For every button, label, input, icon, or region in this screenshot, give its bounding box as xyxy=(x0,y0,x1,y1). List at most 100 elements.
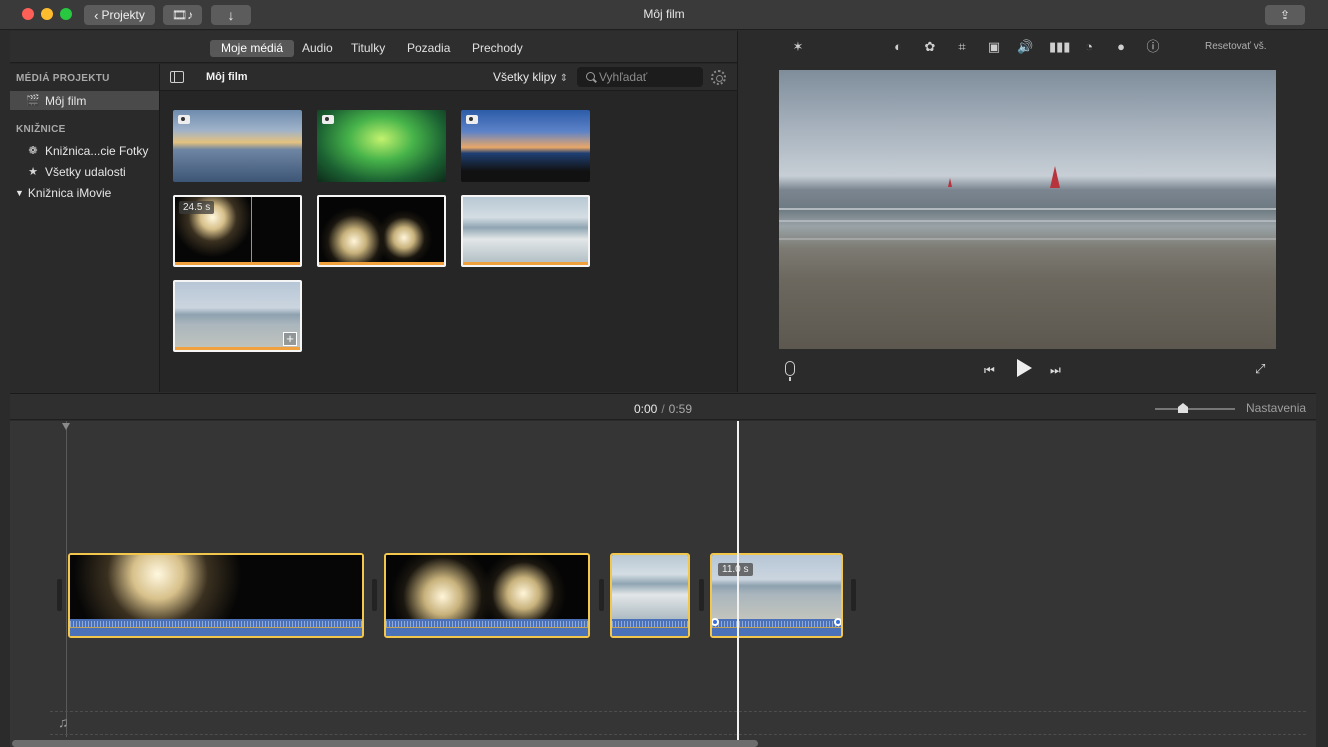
play-icon[interactable] xyxy=(1017,359,1032,377)
clip-filter-value: Všetky klipy xyxy=(493,70,557,84)
magic-wand-icon[interactable]: ✶ xyxy=(790,39,806,55)
wave-foam xyxy=(779,220,1276,222)
volume-icon[interactable]: 🔊 xyxy=(1017,39,1033,55)
wave-foam xyxy=(779,208,1276,210)
tab-titles[interactable]: Titulky xyxy=(340,40,396,57)
timecode: 0:00/0:59 xyxy=(10,402,1316,416)
media-thumbnail-beach[interactable]: + xyxy=(173,280,302,352)
timeline-scrollbar[interactable] xyxy=(12,740,758,747)
camera-icon xyxy=(322,115,334,124)
timeline-clip-beach[interactable]: 11.0 s xyxy=(710,553,843,638)
windsurfer-sail xyxy=(1050,166,1060,188)
browser-toolbar: Môj film Všetky klipy ⇕ Vyhľadať xyxy=(160,64,737,91)
media-browser-pane: Moje médiá Audio Titulky Pozadia Prechod… xyxy=(10,31,737,392)
disclosure-triangle-icon[interactable]: ▼ xyxy=(15,188,24,198)
add-to-timeline-icon[interactable]: + xyxy=(283,332,297,346)
sidebar-toggle-icon[interactable] xyxy=(170,71,184,83)
sidebar-item-imovie-library[interactable]: ▼ Knižnica iMovie xyxy=(10,183,159,202)
media-thumbnail-sunset[interactable] xyxy=(173,110,302,182)
equalizer-icon[interactable]: ▮▮▮ xyxy=(1049,39,1070,55)
clip-audio-waveform xyxy=(70,619,362,636)
project-media-header: MÉDIÁ PROJEKTU xyxy=(16,73,110,84)
used-range-bar xyxy=(175,347,300,350)
clip-filter-select[interactable]: Všetky klipy ⇕ xyxy=(493,70,568,84)
color-palette-icon[interactable]: ✿ xyxy=(922,39,938,55)
star-icon: ★ xyxy=(28,166,38,178)
media-thumbnail-concert[interactable] xyxy=(317,110,446,182)
music-well[interactable] xyxy=(50,711,1306,735)
share-icon: ⇪ xyxy=(1279,8,1291,22)
skim-playhead xyxy=(251,197,252,265)
audio-fade-handle[interactable] xyxy=(712,618,719,626)
search-input[interactable]: Vyhľadať xyxy=(577,67,703,87)
total-time: 0:59 xyxy=(668,402,693,416)
sidebar-item-project[interactable]: 🎬 Môj film xyxy=(10,91,159,110)
media-thumbnail-dusk[interactable] xyxy=(461,110,590,182)
sidebar-item-label: Všetky udalosti xyxy=(45,164,126,179)
gear-icon[interactable] xyxy=(711,70,726,85)
timeline-start-marker xyxy=(62,423,70,430)
video-preview xyxy=(779,70,1276,349)
time-separator: / xyxy=(661,402,665,416)
media-thumbnail-fireworks[interactable]: 24.5 s xyxy=(173,195,302,267)
tab-my-media[interactable]: Moje médiá xyxy=(210,40,295,57)
transition-handle[interactable] xyxy=(699,579,704,611)
timeline-clip-waves[interactable] xyxy=(610,553,690,638)
stabilization-icon[interactable]: ▣ xyxy=(986,39,1002,55)
duration-badge: 24.5 s xyxy=(179,201,215,214)
clip-duration-badge: 11.0 s xyxy=(718,563,753,576)
info-icon[interactable]: ⓘ xyxy=(1145,39,1161,55)
sidebar-item-photos-library[interactable]: ❁ Knižnica...cie Fotky xyxy=(10,141,159,160)
clip-audio-waveform xyxy=(612,619,688,636)
sidebar-item-all-events[interactable]: ★ Všetky udalosti xyxy=(10,162,159,181)
media-thumbnail-waves[interactable] xyxy=(461,195,590,267)
timeline-clip-fireworks[interactable] xyxy=(68,553,364,638)
playhead[interactable] xyxy=(737,421,739,741)
timeline-zoom-slider[interactable] xyxy=(1155,408,1235,410)
speed-icon[interactable]: ◔ xyxy=(1081,39,1097,55)
timeline-settings-button[interactable]: Nastavenia xyxy=(1246,401,1306,415)
updown-chevron-icon: ⇕ xyxy=(559,73,569,84)
used-range-bar xyxy=(319,262,444,265)
current-time: 0:00 xyxy=(633,402,658,416)
browser-title: Môj film xyxy=(206,71,248,83)
audio-fade-handle[interactable] xyxy=(834,618,841,626)
skip-forward-icon[interactable]: ⏭ xyxy=(1050,363,1061,378)
photos-icon: ❁ xyxy=(28,145,38,157)
clip-video-track xyxy=(70,555,362,619)
sidebar-item-label: Môj film xyxy=(45,93,87,108)
used-range-bar xyxy=(463,262,588,265)
overlay-icon[interactable]: ● xyxy=(1113,39,1129,55)
tab-audio[interactable]: Audio xyxy=(291,40,344,57)
crop-icon[interactable]: ⌗ xyxy=(954,39,970,55)
used-range-bar xyxy=(175,262,300,265)
clip-audio-waveform xyxy=(712,619,841,636)
tab-backgrounds[interactable]: Pozadia xyxy=(396,40,461,57)
transition-handle[interactable] xyxy=(57,579,62,611)
libraries-sidebar: MÉDIÁ PROJEKTU 🎬 Môj film KNIŽNICE ❁ Kni… xyxy=(10,64,160,392)
wave-foam xyxy=(779,238,1276,240)
transition-handle[interactable] xyxy=(599,579,604,611)
title-bar: ‹ Projekty 🎞♪ ↓ Môj film ⇪ xyxy=(0,0,1328,30)
timeline-start-line xyxy=(66,421,67,737)
skip-back-icon[interactable]: ⏮ xyxy=(984,363,995,378)
media-thumbnail-fireworks-pair[interactable] xyxy=(317,195,446,267)
sidebar-item-label: Knižnica iMovie xyxy=(27,185,112,200)
timeline-clip-fireworks-pair[interactable] xyxy=(384,553,590,638)
timeline-header: 0:00/0:59 Nastavenia xyxy=(10,393,1316,420)
reset-all-button[interactable]: Resetovať vš. xyxy=(1205,41,1267,52)
tab-transitions[interactable]: Prechody xyxy=(461,40,534,57)
libraries-header: KNIŽNICE xyxy=(16,124,66,135)
timeline[interactable]: 11.0 s ♫ xyxy=(10,421,1316,747)
clip-video-track xyxy=(612,555,688,619)
window-title: Môj film xyxy=(643,7,685,21)
share-button[interactable]: ⇪ xyxy=(1265,5,1305,25)
color-balance-icon[interactable]: ◐ xyxy=(890,39,906,55)
microphone-icon[interactable] xyxy=(785,361,795,381)
transition-handle[interactable] xyxy=(372,579,377,611)
clapperboard-icon: 🎬 xyxy=(26,95,40,107)
camera-icon xyxy=(178,115,190,124)
transition-handle[interactable] xyxy=(851,579,856,611)
windsurfer-sail xyxy=(948,178,952,187)
fullscreen-icon[interactable]: ⤢ xyxy=(1255,361,1265,377)
